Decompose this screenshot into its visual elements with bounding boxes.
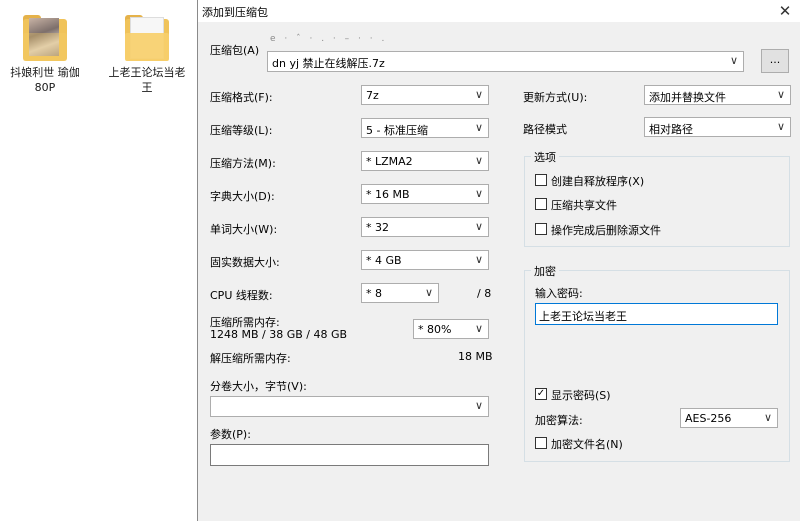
level-value: 5 - 标准压缩 <box>366 124 428 137</box>
algo-label: 加密算法: <box>535 414 583 427</box>
show-password-label: 显示密码(S) <box>551 389 611 402</box>
archive-name-combo[interactable]: dn yj 禁止在线解压.7z ∨ <box>267 51 744 72</box>
method-select[interactable]: * LZMA2 ∨ <box>361 151 489 171</box>
chevron-down-icon: ∨ <box>474 154 483 167</box>
mem-decompress-value: 18 MB <box>458 350 493 363</box>
password-value: 上老王论坛当老王 <box>539 310 627 323</box>
password-input[interactable]: 上老王论坛当老王 <box>535 303 778 325</box>
chevron-down-icon: ∨ <box>474 253 483 266</box>
browse-button[interactable]: ... <box>761 49 789 73</box>
threads-select[interactable]: * 8 ∨ <box>361 283 439 303</box>
path-value: 相对路径 <box>649 123 693 136</box>
mem-compress-detail: 1248 MB / 38 GB / 48 GB <box>210 328 348 341</box>
chevron-down-icon: ∨ <box>474 220 483 233</box>
method-value: * LZMA2 <box>366 155 413 168</box>
checkmark-icon: ✓ <box>535 388 547 400</box>
encryption-title: 加密 <box>531 263 559 279</box>
desktop: 抖娘利世 瑜伽 80P 上老王论坛当老 王 <box>0 0 197 521</box>
format-select[interactable]: 7z ∨ <box>361 85 489 105</box>
checkbox-box <box>535 174 547 186</box>
chevron-down-icon: ∨ <box>474 187 483 200</box>
path-mode-select[interactable]: 相对路径 ∨ <box>644 117 791 137</box>
dict-value: * 16 MB <box>366 188 410 201</box>
params-input[interactable] <box>210 444 489 466</box>
title-bar: 添加到压缩包 ✕ <box>198 0 800 22</box>
mem-usage-select[interactable]: * 80% ∨ <box>413 319 489 339</box>
solid-select[interactable]: * 4 GB ∨ <box>361 250 489 270</box>
desktop-folder-label: 上老王论坛当老 王 <box>108 66 186 94</box>
sfx-label: 创建自释放程序(X) <box>551 175 645 188</box>
checkbox-box <box>535 198 547 210</box>
close-icon[interactable]: ✕ <box>775 1 795 21</box>
threads-max: / 8 <box>477 287 492 300</box>
solid-value: * 4 GB <box>366 254 402 267</box>
folder-icon <box>125 15 169 61</box>
options-group: 选项 创建自释放程序(X) 压缩共享文件 操作完成后删除源文件 <box>524 149 790 247</box>
level-label: 压缩等级(L): <box>210 124 273 137</box>
password-label: 输入密码: <box>535 287 583 300</box>
options-title: 选项 <box>531 149 559 165</box>
algo-value: AES-256 <box>685 412 732 425</box>
chevron-down-icon: ∨ <box>474 399 483 412</box>
encryption-group: 加密 输入密码: 上老王论坛当老王 ✓ 显示密码(S) 加密算法: AES-25… <box>524 263 790 462</box>
dict-select[interactable]: * 16 MB ∨ <box>361 184 489 204</box>
archive-label: 压缩包(A) <box>210 44 260 57</box>
dialog-title: 添加到压缩包 <box>202 6 268 19</box>
checkbox-box <box>535 437 547 449</box>
word-select[interactable]: * 32 ∨ <box>361 217 489 237</box>
path-mode-label: 路径模式 <box>523 123 567 136</box>
word-label: 单词大小(W): <box>210 223 278 236</box>
volume-label: 分卷大小，字节(V): <box>210 380 307 393</box>
checkbox-box <box>535 223 547 235</box>
threads-value: * 8 <box>366 287 382 300</box>
format-label: 压缩格式(F): <box>210 91 273 104</box>
dict-label: 字典大小(D): <box>210 190 275 203</box>
chevron-down-icon: ∨ <box>474 88 483 101</box>
method-label: 压缩方法(M): <box>210 157 276 170</box>
archive-path-hint: e · ˆ · . · – · · . <box>270 34 388 44</box>
shared-files-label: 压缩共享文件 <box>551 199 617 212</box>
chevron-down-icon: ∨ <box>776 88 785 101</box>
archive-name-value: dn yj 禁止在线解压.7z <box>272 57 385 70</box>
chevron-down-icon: ∨ <box>424 286 433 299</box>
delete-after-label: 操作完成后删除源文件 <box>551 224 661 237</box>
chevron-down-icon: ∨ <box>776 120 785 133</box>
threads-label: CPU 线程数: <box>210 289 273 302</box>
chevron-down-icon: ∨ <box>729 54 738 67</box>
level-select[interactable]: 5 - 标准压缩 ∨ <box>361 118 489 138</box>
word-value: * 32 <box>366 221 389 234</box>
update-label: 更新方式(U): <box>523 91 588 104</box>
chevron-down-icon: ∨ <box>474 121 483 134</box>
encrypt-names-label: 加密文件名(N) <box>551 438 623 451</box>
volume-size-combo[interactable]: ∨ <box>210 396 489 417</box>
chevron-down-icon: ∨ <box>474 322 483 335</box>
params-label: 参数(P): <box>210 428 251 441</box>
encryption-algo-select[interactable]: AES-256 ∨ <box>680 408 778 428</box>
format-value: 7z <box>366 89 379 102</box>
update-mode-select[interactable]: 添加并替换文件 ∨ <box>644 85 791 105</box>
mem-decompress-label: 解压缩所需内存: <box>210 352 291 365</box>
solid-label: 固实数据大小: <box>210 256 280 269</box>
add-to-archive-dialog: 添加到压缩包 ✕ 压缩包(A) e · ˆ · . · – · · . dn y… <box>197 0 800 521</box>
mem-usage-value: * 80% <box>418 323 452 336</box>
folder-icon <box>23 15 67 61</box>
chevron-down-icon: ∨ <box>763 411 772 424</box>
update-value: 添加并替换文件 <box>649 91 726 104</box>
desktop-folder-label: 抖娘利世 瑜伽 80P <box>10 66 80 94</box>
